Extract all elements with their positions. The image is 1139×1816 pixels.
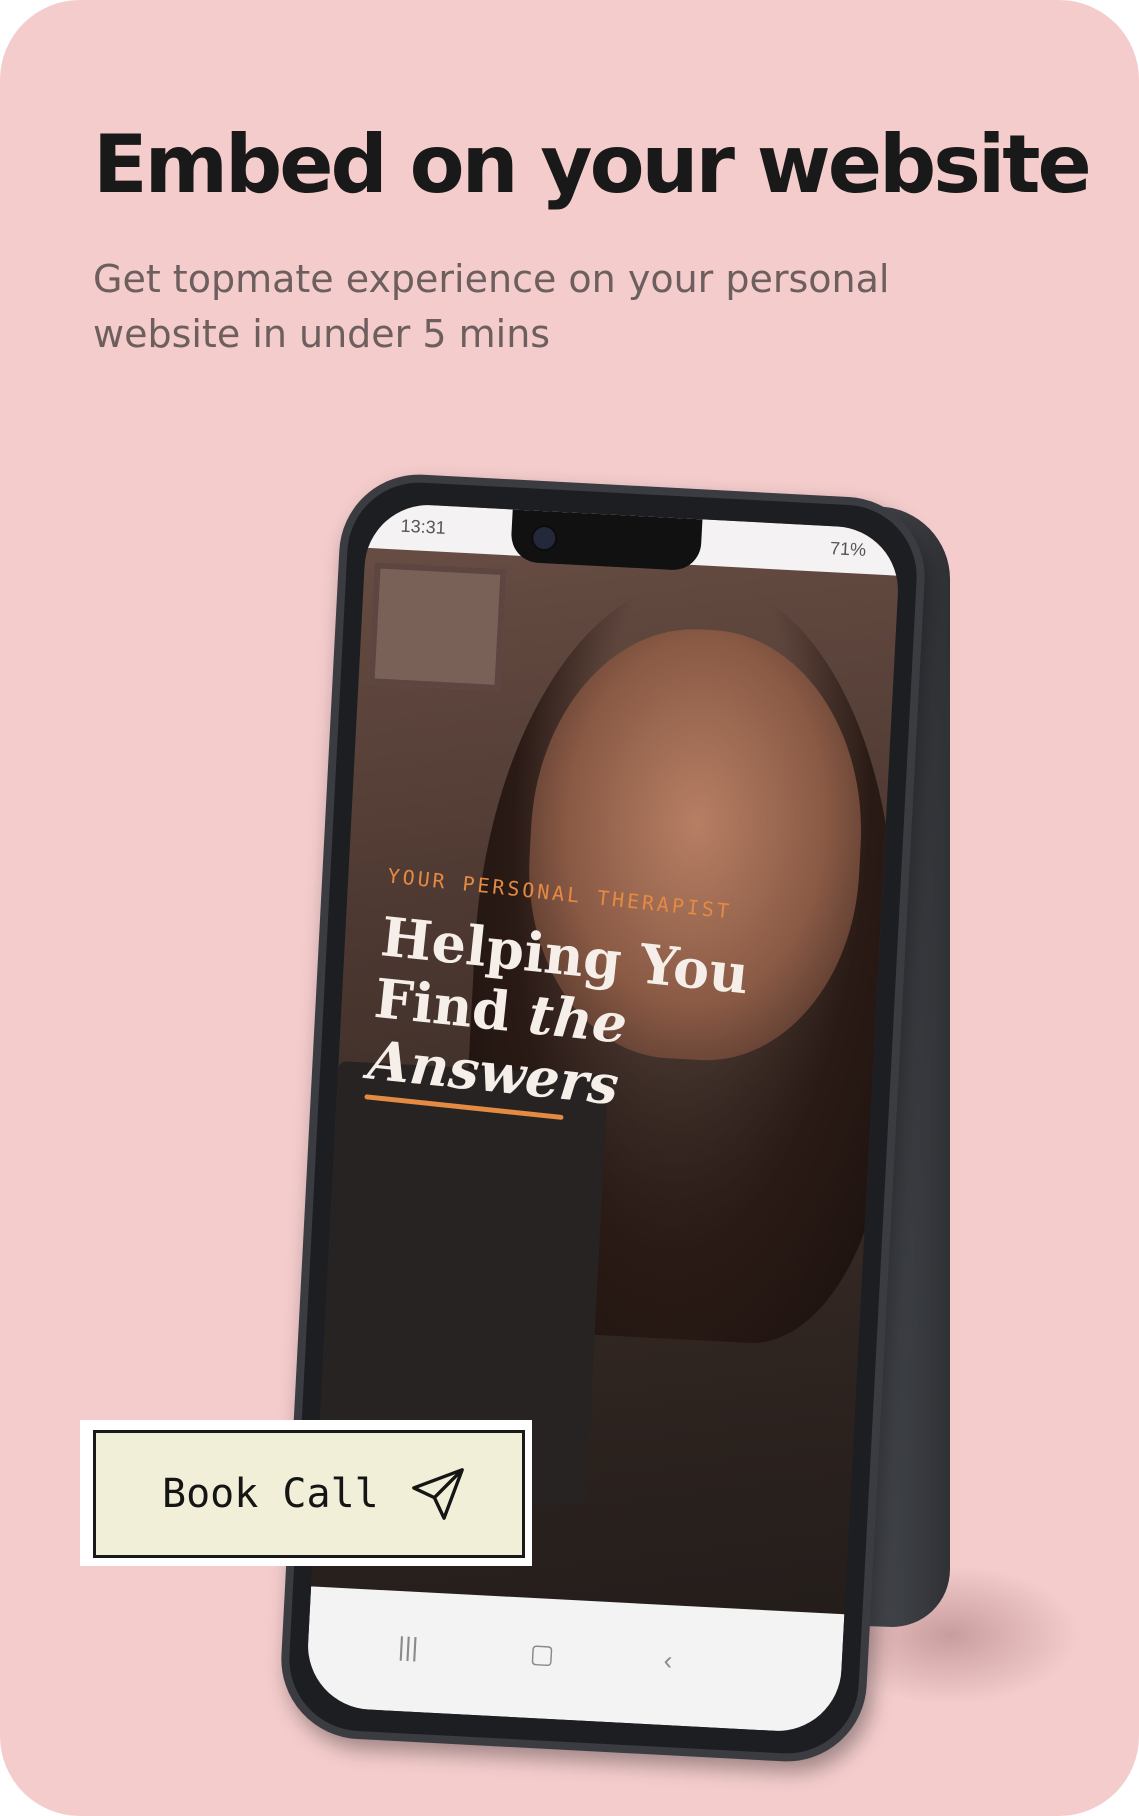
status-time: 13:31 bbox=[400, 515, 447, 538]
book-call-label: Book Call bbox=[162, 1471, 379, 1517]
page-subtitle: Get topmate experience on your personal … bbox=[93, 252, 973, 362]
recent-apps-icon[interactable]: ||| bbox=[397, 1631, 419, 1663]
android-nav-bar: ||| ▢ ‹ bbox=[304, 1586, 845, 1735]
page-title: Embed on your website bbox=[93, 118, 1092, 211]
wall-picture-frame bbox=[368, 562, 507, 692]
back-icon[interactable]: ‹ bbox=[663, 1645, 673, 1676]
camera-icon bbox=[530, 524, 558, 552]
book-call-button[interactable]: Book Call bbox=[93, 1430, 525, 1558]
home-icon[interactable]: ▢ bbox=[529, 1638, 555, 1670]
phone-mockup: 13:31 71% YOUR PERSONAL THERAPIST Helpin… bbox=[277, 470, 1080, 1785]
hero-headline: Helping You Find the Answers bbox=[365, 904, 752, 1129]
book-call-card: Book Call bbox=[80, 1420, 532, 1566]
phone-notch bbox=[510, 509, 703, 572]
subtitle-line-1: Get topmate experience on your personal bbox=[93, 257, 890, 301]
send-icon bbox=[411, 1468, 464, 1520]
status-battery: 71% bbox=[829, 538, 867, 560]
subtitle-line-2: website in under 5 mins bbox=[93, 312, 551, 356]
embed-card: Embed on your website Get topmate experi… bbox=[0, 0, 1139, 1816]
hero-section: YOUR PERSONAL THERAPIST Helping You Find… bbox=[364, 863, 756, 1137]
phone-body: 13:31 71% YOUR PERSONAL THERAPIST Helpin… bbox=[277, 470, 929, 1766]
